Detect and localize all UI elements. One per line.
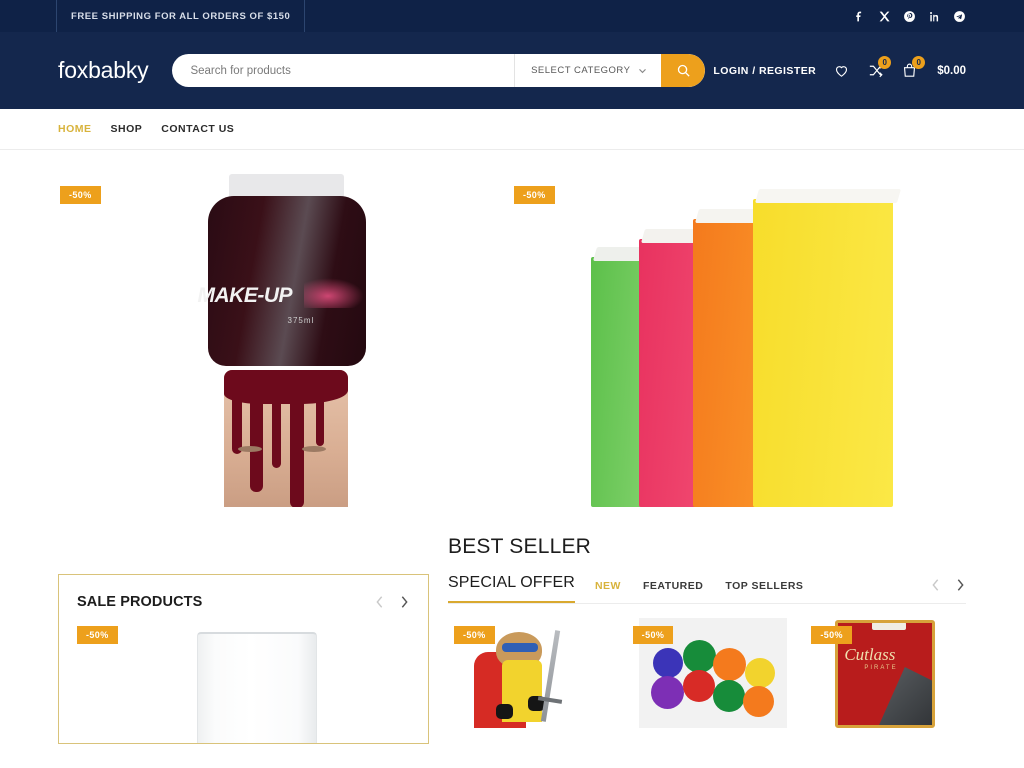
- free-shipping-message: FREE SHIPPING FOR ALL ORDERS OF $150: [71, 10, 291, 22]
- top-announcement-bar: FREE SHIPPING FOR ALL ORDERS OF $150: [0, 0, 1024, 32]
- header-actions: LOGIN / REGISTER 0 0 $0.00: [713, 56, 966, 79]
- tab-new[interactable]: NEW: [595, 580, 621, 592]
- best-seller-title: BEST SELLER: [448, 535, 592, 558]
- drinking-glass-image: [197, 632, 317, 743]
- discount-badge: -50%: [632, 626, 674, 644]
- carousel-next-icon[interactable]: [955, 578, 966, 592]
- discount-badge: -50%: [811, 626, 852, 644]
- discount-badge: -50%: [77, 626, 118, 644]
- cutlass-pack-title: Cutlass: [844, 645, 896, 664]
- wishlist-button[interactable]: [833, 62, 850, 79]
- site-logo[interactable]: foxbabky: [58, 57, 149, 84]
- pinterest-icon[interactable]: [903, 10, 916, 23]
- search-bar: SELECT CATEGORY: [172, 54, 706, 87]
- announcement-container: FREE SHIPPING FOR ALL ORDERS OF $150: [56, 0, 306, 32]
- nav-item-shop[interactable]: SHOP: [111, 123, 143, 135]
- heart-icon: [836, 66, 848, 77]
- tab-featured[interactable]: FEATURED: [643, 580, 703, 592]
- best-seller-row: BEST SELLER: [0, 507, 1024, 559]
- discount-badge: -50%: [514, 186, 555, 204]
- paper-bags-image: [577, 174, 902, 507]
- cart-total-amount[interactable]: $0.00: [937, 65, 966, 77]
- linkedin-icon[interactable]: [928, 10, 941, 23]
- makeup-blood-bottle-banner[interactable]: -50% MAKE-UP 375ml: [58, 166, 512, 507]
- cart-button[interactable]: 0: [901, 56, 926, 79]
- facebook-icon[interactable]: [853, 10, 866, 23]
- chevron-down-icon: [638, 66, 647, 75]
- carousel-prev-icon[interactable]: [930, 578, 941, 592]
- nav-item-contact-us[interactable]: CONTACT US: [161, 123, 234, 135]
- nav-item-home[interactable]: HOME: [58, 123, 92, 135]
- bottle-sub-text: 375ml: [287, 316, 315, 325]
- drinking-glass-product[interactable]: -50%: [77, 626, 410, 743]
- special-offer-divider: [448, 603, 966, 604]
- discount-badge: -50%: [454, 626, 495, 644]
- special-offer-carousel-arrows: [930, 578, 966, 594]
- paper-bags-banner[interactable]: -50%: [512, 166, 966, 507]
- search-icon: [677, 64, 690, 77]
- main-navigation: HOME SHOP CONTACT US: [0, 109, 1024, 150]
- discount-badge: -50%: [60, 186, 101, 204]
- superhero-costume-product[interactable]: -50%: [448, 618, 609, 728]
- x-twitter-icon[interactable]: [878, 10, 891, 23]
- search-button[interactable]: [661, 54, 706, 87]
- category-select[interactable]: SELECT CATEGORY: [514, 54, 661, 87]
- special-offer-header: SPECIAL OFFER NEW FEATURED TOP SELLERS: [448, 574, 966, 603]
- cutlass-pack-subtitle: PIRATE: [864, 665, 898, 671]
- sale-products-carousel-arrows: [374, 595, 410, 609]
- search-input[interactable]: [172, 54, 515, 87]
- carousel-prev-icon[interactable]: [374, 595, 385, 609]
- carousel-next-icon[interactable]: [399, 595, 410, 609]
- login-register-link[interactable]: LOGIN / REGISTER: [713, 65, 816, 77]
- special-offer-products: -50% -50% -50% Cutlass PIRATE: [448, 618, 967, 728]
- category-select-label: SELECT CATEGORY: [531, 65, 631, 76]
- tab-top-sellers[interactable]: TOP SELLERS: [725, 580, 803, 592]
- site-header: foxbabky SELECT CATEGORY LOGIN / REGISTE…: [0, 32, 1024, 109]
- compare-button[interactable]: 0: [867, 56, 892, 79]
- special-offer-panel: SPECIAL OFFER NEW FEATURED TOP SELLERS -…: [448, 574, 967, 744]
- lower-sections: SALE PRODUCTS -50% SPECIAL OFFER NEW FEA…: [0, 559, 1024, 744]
- sale-products-panel: SALE PRODUCTS -50%: [58, 574, 429, 744]
- telegram-icon[interactable]: [953, 10, 966, 23]
- makeup-bottle-image: MAKE-UP 375ml: [198, 174, 373, 507]
- cart-count-badge: 0: [912, 56, 926, 69]
- special-offer-tabs: NEW FEATURED TOP SELLERS: [595, 580, 803, 594]
- cutlass-sword-product[interactable]: -50% Cutlass PIRATE: [805, 618, 967, 728]
- sale-products-header: SALE PRODUCTS: [77, 594, 410, 610]
- compare-count-badge: 0: [878, 56, 892, 69]
- bottle-label-text: MAKE-UP: [197, 284, 293, 307]
- special-offer-title: SPECIAL OFFER: [448, 574, 575, 603]
- smiley-balls-product[interactable]: -50%: [626, 618, 788, 728]
- sale-products-title: SALE PRODUCTS: [77, 594, 203, 610]
- promo-banner-row: -50% MAKE-UP 375ml -50%: [0, 150, 1024, 507]
- social-links: [853, 10, 966, 23]
